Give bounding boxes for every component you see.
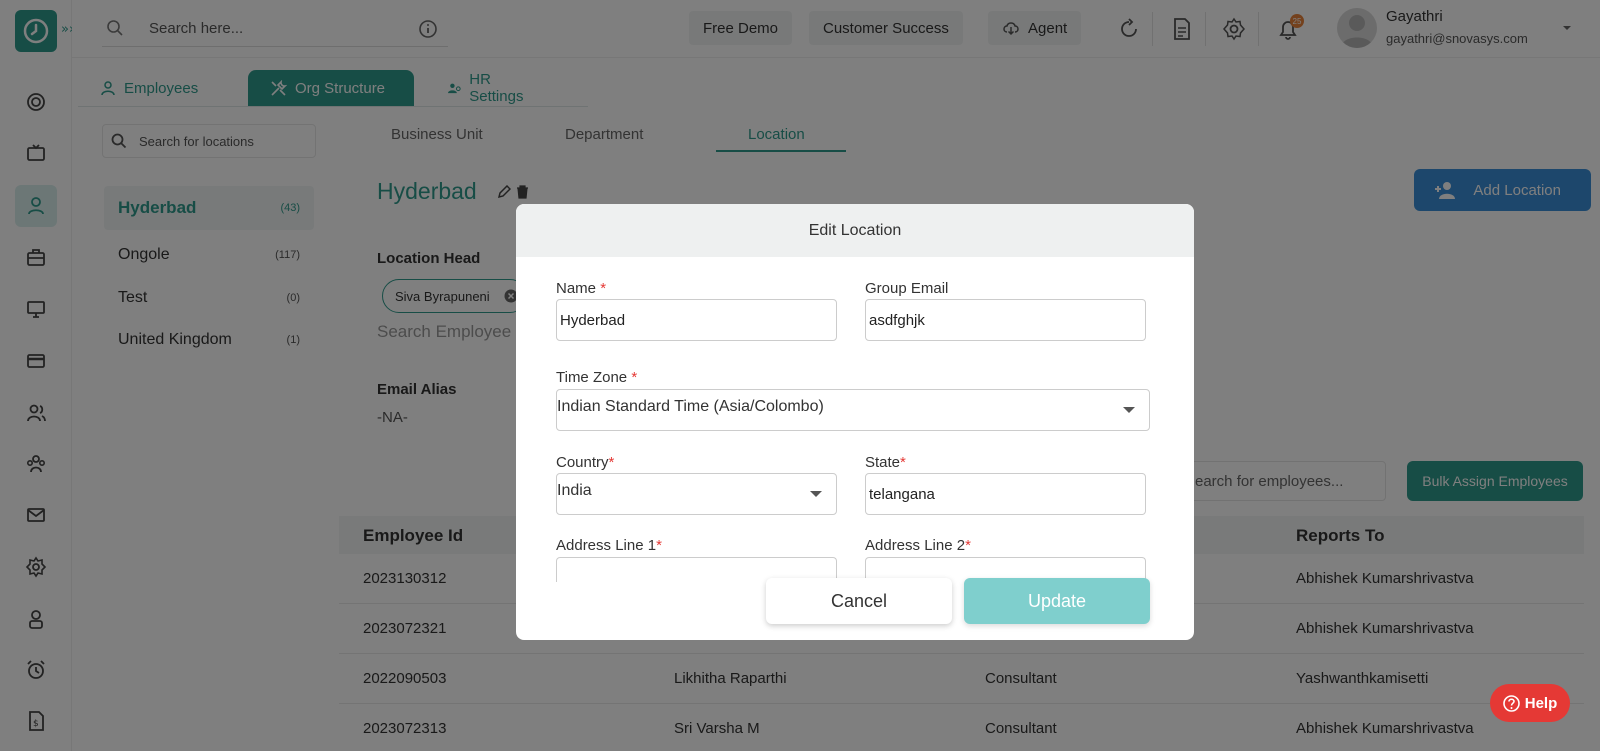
help-icon: [1502, 694, 1520, 712]
chevron-down-icon: [810, 491, 822, 497]
address-line-1-label-text: Address Line 1: [556, 537, 657, 554]
country-label: Country*: [556, 454, 614, 471]
state-label-text: State: [865, 454, 901, 471]
timezone-select[interactable]: Indian Standard Time (Asia/Colombo): [556, 389, 1150, 431]
timezone-label: Time Zone *: [556, 369, 637, 386]
timezone-value: Indian Standard Time (Asia/Colombo): [557, 398, 824, 415]
required-mark: *: [900, 454, 906, 471]
country-label-text: Country: [556, 454, 609, 471]
chevron-down-icon: [1123, 407, 1135, 413]
help-button[interactable]: Help: [1490, 684, 1570, 722]
address-line-1-label: Address Line 1*: [556, 537, 662, 554]
required-mark: *: [656, 537, 662, 554]
timezone-label-text: Time Zone: [556, 369, 628, 386]
group-email-label: Group Email: [865, 280, 949, 297]
required-mark: *: [600, 280, 607, 297]
name-label: Name *: [556, 280, 606, 297]
required-mark: *: [965, 537, 971, 554]
country-value: India: [557, 482, 592, 499]
address-line-2-label-text: Address Line 2: [865, 537, 966, 554]
required-mark: *: [608, 454, 615, 471]
state-label: State*: [865, 454, 906, 471]
update-button[interactable]: Update: [964, 578, 1150, 624]
name-input[interactable]: Hyderbad: [556, 299, 837, 341]
edit-location-modal: Edit Location Name * Hyderbad Group Emai…: [516, 204, 1194, 640]
group-email-input[interactable]: asdfghjk: [865, 299, 1146, 341]
required-mark: *: [631, 369, 638, 386]
address-line-2-label: Address Line 2*: [865, 537, 971, 554]
modal-title: Edit Location: [516, 204, 1194, 257]
name-label-text: Name: [556, 280, 597, 297]
help-label: Help: [1524, 694, 1558, 712]
country-select[interactable]: India: [556, 473, 837, 515]
state-input[interactable]: telangana: [865, 473, 1146, 515]
cancel-button[interactable]: Cancel: [766, 578, 952, 624]
